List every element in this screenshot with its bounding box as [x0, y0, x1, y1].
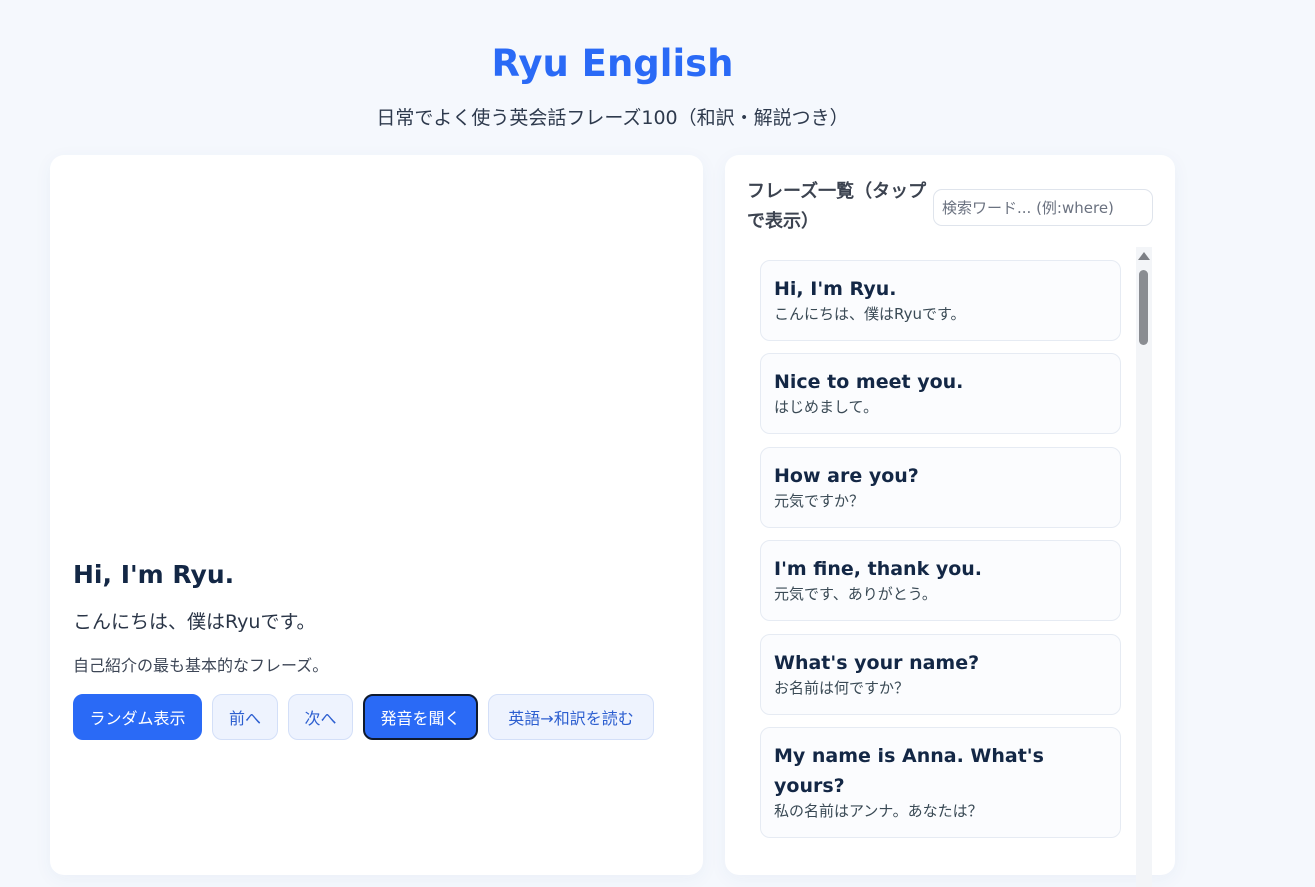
scrollbar-thumb[interactable]	[1139, 270, 1148, 345]
list-item-japanese: 元気ですか？	[774, 492, 865, 510]
list-item-english: What's your name?	[774, 652, 980, 674]
phrase-list: Hi, I'm Ryu. こんにちは、僕はRyuです。 Nice to meet…	[760, 260, 1122, 880]
list-item[interactable]: I'm fine, thank you. 元気です、ありがとう。	[760, 540, 1121, 621]
list-heading: フレーズ一覧（タップで表示）	[747, 181, 927, 232]
scroll-up-arrow-icon[interactable]	[1138, 252, 1150, 260]
control-buttons: ランダム表示 前へ 次へ 発音を聞く 英語→和訳を読む	[73, 694, 654, 740]
phrase-list-panel: フレーズ一覧（タップで表示） Hi, I'm Ryu. こんにちは、僕はRyuで…	[725, 155, 1175, 887]
app-subtitle: 日常でよく使う英会話フレーズ100（和訳・解説つき）	[376, 107, 849, 129]
list-item[interactable]: Hi, I'm Ryu. こんにちは、僕はRyuです。	[760, 260, 1121, 341]
list-item-english: My name is Anna. What's yours?	[774, 745, 1044, 797]
list-item-japanese: お名前は何ですか？	[774, 679, 910, 697]
phrase-english: Hi, I'm Ryu.	[73, 560, 235, 589]
app-title: Ryu English	[491, 42, 734, 85]
phrase-japanese: こんにちは、僕はRyuです。	[73, 611, 316, 633]
list-item-english: Hi, I'm Ryu.	[774, 278, 897, 300]
list-item[interactable]: Nice to meet you. はじめまして。	[760, 353, 1121, 434]
list-item-english: How are you?	[774, 465, 919, 487]
read-button[interactable]: 英語→和訳を読む	[488, 694, 654, 740]
random-button[interactable]: ランダム表示	[73, 694, 202, 740]
phrase-note: 自己紹介の最も基本的なフレーズ。	[73, 656, 329, 675]
list-item[interactable]: My name is Anna. What's yours? 私の名前はアンナ。…	[760, 727, 1121, 838]
list-item[interactable]: What's your name? お名前は何ですか？	[760, 634, 1121, 715]
phrase-card: Hi, I'm Ryu. こんにちは、僕はRyuです。 自己紹介の最も基本的なフ…	[50, 155, 703, 875]
list-item-japanese: 私の名前はアンナ。あなたは？	[774, 802, 983, 820]
list-item-japanese: こんにちは、僕はRyuです。	[774, 305, 966, 323]
list-item-english: I'm fine, thank you.	[774, 558, 983, 580]
list-item[interactable]: How are you? 元気ですか？	[760, 447, 1121, 528]
next-button[interactable]: 次へ	[288, 694, 353, 740]
list-item-english: Nice to meet you.	[774, 371, 964, 393]
prev-button[interactable]: 前へ	[212, 694, 278, 740]
listen-button[interactable]: 発音を聞く	[363, 694, 478, 740]
list-item-japanese: はじめまして。	[774, 398, 879, 416]
list-item-japanese: 元気です、ありがとう。	[774, 585, 937, 603]
search-input[interactable]	[933, 189, 1153, 226]
